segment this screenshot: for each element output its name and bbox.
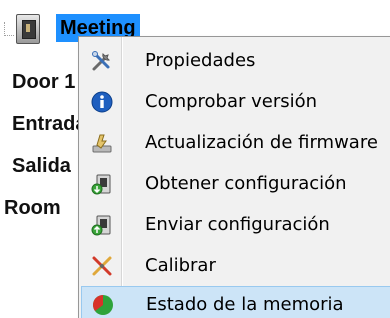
tree-node-salida[interactable]: Salida bbox=[12, 154, 71, 178]
tree-node-door[interactable]: Door 1 bbox=[12, 70, 75, 94]
menu-item-actualizacion-firmware[interactable]: Actualización de firmware bbox=[81, 125, 390, 161]
menu-item-estado-memoria[interactable]: Estado de la memoria bbox=[81, 286, 390, 318]
menu-item-comprobar-version[interactable]: Comprobar versión bbox=[81, 84, 390, 120]
menu-item-label: Comprobar versión bbox=[145, 91, 318, 112]
access-reader-icon bbox=[16, 14, 40, 44]
memory-status-icon bbox=[92, 294, 114, 316]
tree-node-entrada[interactable]: Entrada bbox=[12, 112, 86, 136]
info-icon bbox=[91, 91, 113, 113]
tree-node-room[interactable]: Room bbox=[4, 196, 61, 220]
context-menu: Propiedades Comprobar versión Actualizac… bbox=[78, 36, 390, 318]
menu-item-label: Obtener configuración bbox=[145, 173, 347, 194]
menu-item-label: Enviar configuración bbox=[145, 214, 330, 235]
menu-item-label: Propiedades bbox=[145, 50, 256, 71]
tree-connector bbox=[4, 22, 14, 36]
menu-item-label: Estado de la memoria bbox=[146, 294, 344, 315]
tools-icon bbox=[91, 50, 113, 72]
send-config-icon bbox=[91, 214, 113, 236]
calibrate-icon bbox=[91, 255, 113, 277]
menu-item-label: Actualización de firmware bbox=[145, 132, 378, 153]
get-config-icon bbox=[91, 173, 113, 195]
menu-item-enviar-configuracion[interactable]: Enviar configuración bbox=[81, 207, 390, 243]
menu-item-propiedades[interactable]: Propiedades bbox=[81, 43, 390, 79]
firmware-update-icon bbox=[91, 132, 113, 154]
menu-item-label: Calibrar bbox=[145, 255, 216, 276]
menu-item-obtener-configuracion[interactable]: Obtener configuración bbox=[81, 166, 390, 202]
menu-item-calibrar[interactable]: Calibrar bbox=[81, 248, 390, 284]
